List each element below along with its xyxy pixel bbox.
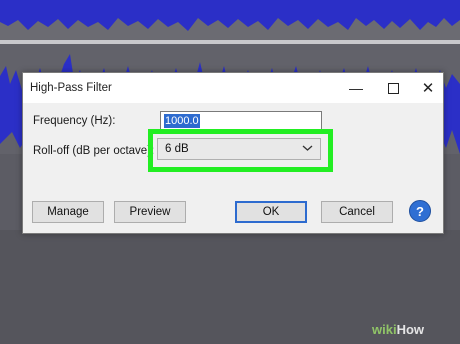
minimize-button[interactable]: — [341,77,371,99]
dialog-titlebar[interactable]: High-Pass Filter — ✕ [23,73,443,103]
rolloff-select[interactable]: 6 dB [157,138,321,160]
close-button[interactable]: ✕ [413,77,443,99]
waveform-top [0,0,460,31]
preview-button[interactable]: Preview [114,201,186,223]
watermark: wikiHow [372,322,424,337]
frequency-value: 1000.0 [164,114,200,128]
rolloff-label: Roll-off (dB per octave): [33,145,155,157]
frequency-input[interactable]: 1000.0 [160,111,322,131]
frequency-label: Frequency (Hz): [33,115,116,127]
close-icon: ✕ [421,80,435,97]
high-pass-filter-dialog: High-Pass Filter — ✕ Frequency (Hz): 100… [22,72,444,234]
manage-button[interactable]: Manage [32,201,104,223]
minimize-icon: — [349,80,363,96]
ok-button[interactable]: OK [235,201,307,223]
help-icon: ? [416,203,424,219]
maximize-button[interactable] [378,77,408,99]
watermark-prefix: wiki [372,322,397,337]
rolloff-selected-value: 6 dB [165,143,189,155]
watermark-suffix: How [396,322,425,337]
cancel-button[interactable]: Cancel [321,201,393,223]
dialog-title: High-Pass Filter [30,82,112,94]
chevron-down-icon [302,145,313,151]
maximize-icon [387,82,399,94]
help-button[interactable]: ? [409,200,431,222]
